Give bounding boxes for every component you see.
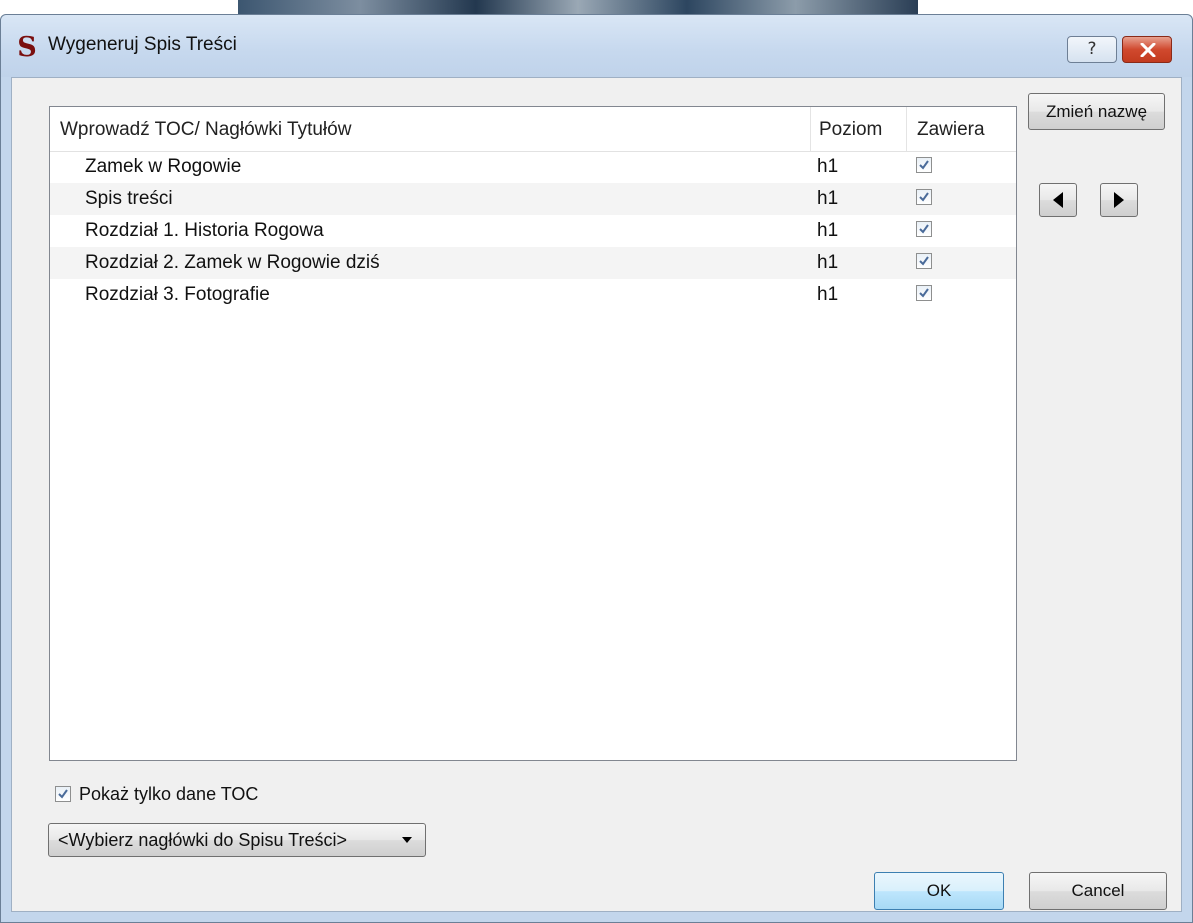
toc-only-label: Pokaż tylko dane TOC bbox=[79, 784, 259, 804]
move-left-button[interactable] bbox=[1039, 183, 1077, 217]
row-title: Rozdział 2. Zamek w Rogowie dziś bbox=[85, 252, 380, 273]
table-row[interactable]: Spis treści h1 bbox=[50, 183, 1016, 215]
window-title: Wygeneruj Spis Treści bbox=[48, 34, 237, 55]
toc-dialog: S Wygeneruj Spis Treści ? Wprowadź TOC/ … bbox=[0, 14, 1193, 923]
help-button[interactable]: ? bbox=[1067, 36, 1117, 63]
dropdown-arrow-icon bbox=[402, 837, 412, 843]
checkmark-icon bbox=[919, 160, 929, 170]
title-bar[interactable]: S Wygeneruj Spis Treści ? bbox=[1, 15, 1192, 77]
table-row[interactable]: Zamek w Rogowie h1 bbox=[50, 151, 1016, 183]
include-checkbox[interactable] bbox=[916, 157, 932, 173]
checkmark-icon bbox=[919, 192, 929, 202]
table-row[interactable]: Rozdział 2. Zamek w Rogowie dziś h1 bbox=[50, 247, 1016, 279]
row-title: Zamek w Rogowie bbox=[85, 156, 242, 177]
row-level: h1 bbox=[817, 252, 839, 273]
row-title: Rozdział 1. Historia Rogowa bbox=[85, 220, 324, 241]
row-title: Spis treści bbox=[85, 188, 173, 209]
include-checkbox[interactable] bbox=[916, 189, 932, 205]
heading-select-value: <Wybierz nagłówki do Spisu Treści> bbox=[58, 830, 347, 850]
triangle-left-icon bbox=[1053, 192, 1063, 208]
include-checkbox[interactable] bbox=[916, 285, 932, 301]
column-header-title[interactable]: Wprowadź TOC/ Nagłówki Tytułów bbox=[50, 107, 810, 151]
table-row[interactable]: Rozdział 3. Fotografie h1 bbox=[50, 279, 1016, 311]
heading-select-dropdown[interactable]: <Wybierz nagłówki do Spisu Treści> bbox=[48, 823, 426, 857]
toc-only-checkbox[interactable] bbox=[55, 786, 71, 802]
rename-button[interactable]: Zmień nazwę bbox=[1028, 93, 1165, 130]
row-level: h1 bbox=[817, 284, 839, 305]
toc-headings-table[interactable]: Wprowadź TOC/ Nagłówki Tytułów Poziom Za… bbox=[49, 106, 1017, 761]
app-logo-icon: S bbox=[17, 32, 37, 63]
checkmark-icon bbox=[919, 256, 929, 266]
close-icon bbox=[1140, 43, 1156, 57]
column-header-included[interactable]: Zawiera bbox=[906, 107, 1016, 151]
column-header-level[interactable]: Poziom bbox=[810, 107, 906, 151]
move-right-button[interactable] bbox=[1100, 183, 1138, 217]
checkmark-icon bbox=[919, 224, 929, 234]
include-checkbox[interactable] bbox=[916, 253, 932, 269]
cancel-button[interactable]: Cancel bbox=[1029, 872, 1167, 910]
ok-button[interactable]: OK bbox=[874, 872, 1004, 910]
table-row[interactable]: Rozdział 1. Historia Rogowa h1 bbox=[50, 215, 1016, 247]
row-level: h1 bbox=[817, 156, 839, 177]
table-header: Wprowadź TOC/ Nagłówki Tytułów Poziom Za… bbox=[50, 107, 1016, 152]
dialog-body: Wprowadź TOC/ Nagłówki Tytułów Poziom Za… bbox=[11, 77, 1182, 912]
checkmark-icon bbox=[58, 789, 68, 799]
row-level: h1 bbox=[817, 188, 839, 209]
close-button[interactable] bbox=[1122, 36, 1172, 63]
row-level: h1 bbox=[817, 220, 839, 241]
include-checkbox[interactable] bbox=[916, 221, 932, 237]
triangle-right-icon bbox=[1114, 192, 1124, 208]
checkmark-icon bbox=[919, 288, 929, 298]
row-title: Rozdział 3. Fotografie bbox=[85, 284, 270, 305]
